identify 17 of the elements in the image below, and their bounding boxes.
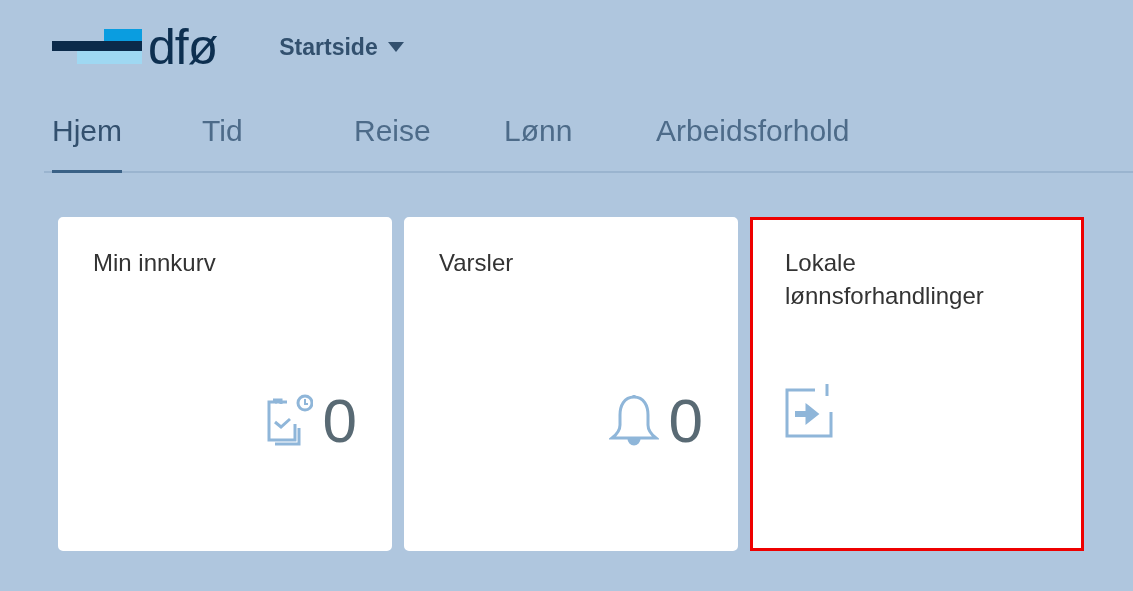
tile[interactable]: Varsler 0 <box>404 217 738 551</box>
logo: dfø <box>52 22 218 72</box>
tile-title: Min innkurv <box>93 248 217 278</box>
tile[interactable]: Lokale lønnsforhandlinger <box>750 217 1084 551</box>
tile-count: 0 <box>322 390 357 452</box>
caret-down-icon <box>387 42 404 52</box>
tile-count: 0 <box>668 390 703 452</box>
tile-title: Lokale lønnsforhandlinger <box>785 248 985 311</box>
enter-icon <box>785 384 835 438</box>
nav-tab[interactable]: Arbeidsforhold <box>656 114 850 173</box>
nav-tab[interactable]: Reise <box>354 114 431 173</box>
tile[interactable]: Min innkurv 0 <box>58 217 392 551</box>
nav-tab[interactable]: Tid <box>202 114 243 173</box>
page-menu-button[interactable]: Startside <box>279 33 404 61</box>
nav-tab[interactable]: Hjem <box>52 114 122 173</box>
tile-title: Varsler <box>439 248 515 278</box>
nav-tab[interactable]: Lønn <box>504 114 573 173</box>
